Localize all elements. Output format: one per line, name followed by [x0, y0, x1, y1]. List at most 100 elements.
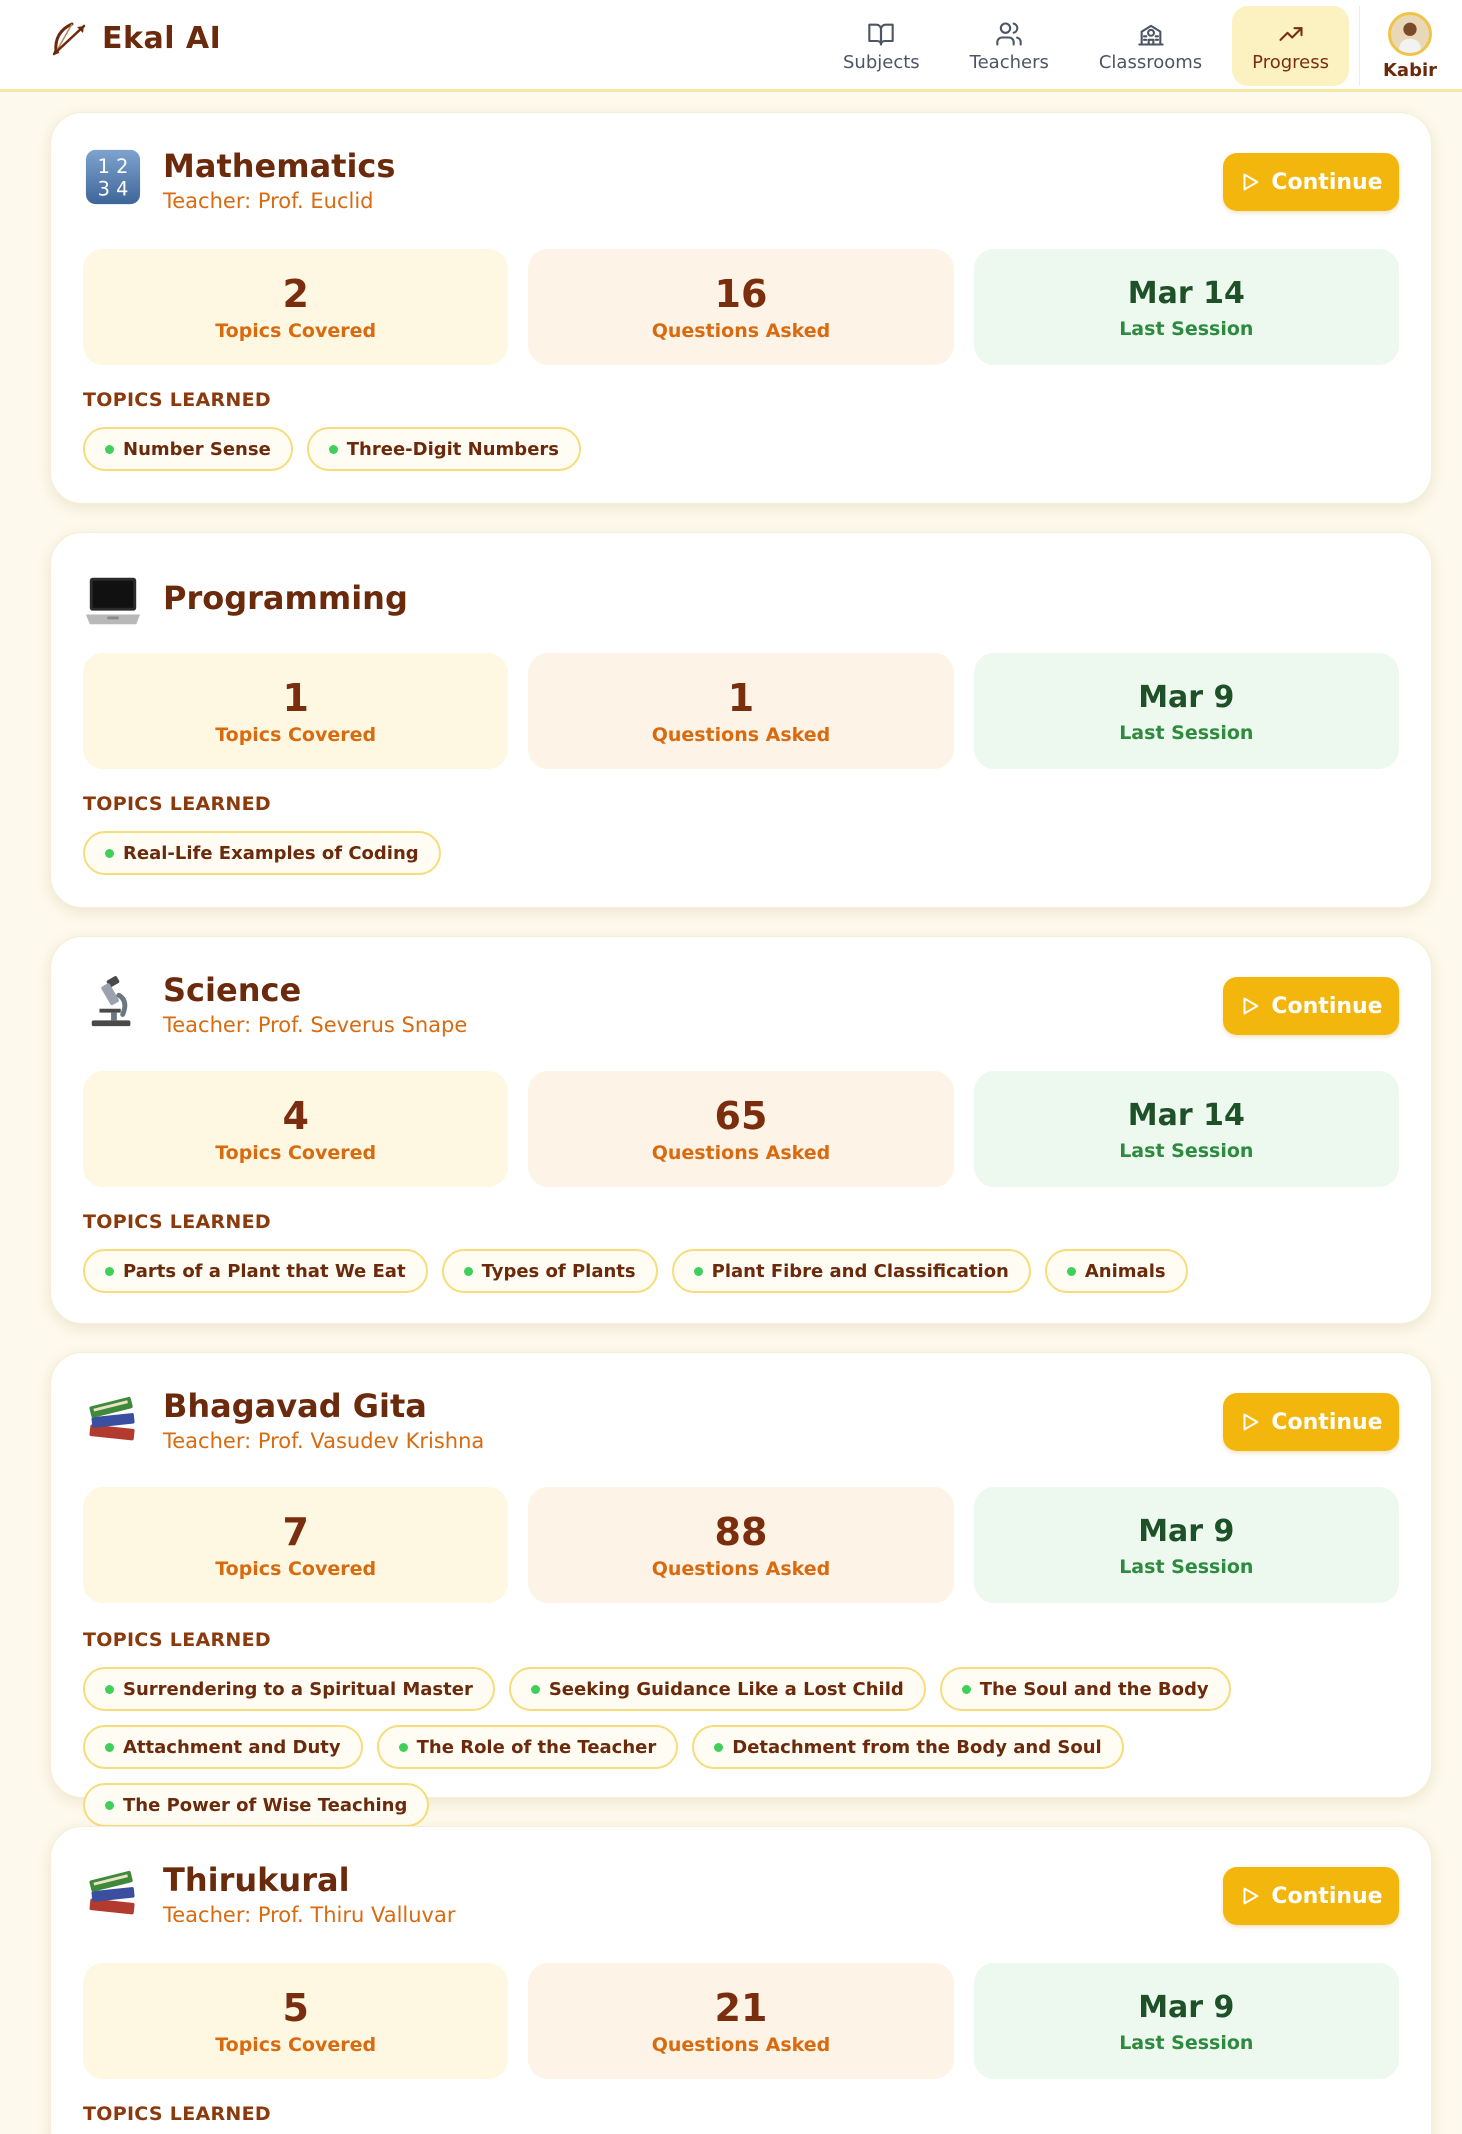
avatar — [1388, 11, 1432, 56]
stat-label: Questions Asked — [651, 1142, 831, 1164]
stat-label: Last Session — [1119, 722, 1254, 744]
status-dot — [714, 1742, 724, 1752]
stat-label: Topics Covered — [215, 1142, 377, 1164]
microscope-icon — [83, 971, 143, 1031]
topic-chip[interactable]: Animals — [1044, 1249, 1188, 1293]
play-icon — [1243, 997, 1259, 1015]
stat-label: Topics Covered — [215, 320, 377, 342]
stat-label: Questions Asked — [651, 724, 831, 746]
teacher-name: Teacher: Prof. Euclid — [163, 189, 374, 213]
topic-chip[interactable]: The Role of the Teacher — [376, 1725, 679, 1769]
subject-title: Mathematics — [163, 147, 396, 185]
topics-learned-heading: TOPICS LEARNED — [83, 1211, 271, 1233]
card-header: 1 2 3 4 Mathematics Teacher: Prof. Eucli… — [83, 145, 395, 213]
status-dot — [105, 1684, 114, 1694]
subject-card-science: Science Teacher: Prof. Severus Snape Con… — [50, 936, 1432, 1324]
stats-row: 4 Topics Covered 65 Questions Asked Mar … — [83, 1071, 1399, 1187]
stats-row: 5 Topics Covered 21 Questions Asked Mar … — [83, 1963, 1399, 2079]
nav-label: Teachers — [969, 51, 1049, 73]
topic-chip[interactable]: Surrendering to a Spiritual Master — [83, 1667, 495, 1711]
topic-chip[interactable]: Real-Life Examples of Coding — [83, 831, 441, 875]
nav-item-progress[interactable]: Progress — [1232, 6, 1349, 86]
topics-learned-heading: TOPICS LEARNED — [83, 389, 271, 411]
subject-card-thirukural: Thirukural Teacher: Prof. Thiru Valluvar… — [50, 1826, 1432, 2134]
stat-value: 7 — [282, 1510, 309, 1554]
continue-label: Continue — [1271, 1409, 1383, 1435]
top-navigation-bar: Ekal AI Subjects Teachers Classrooms Pro… — [0, 0, 1462, 92]
topic-label: Parts of a Plant that We Eat — [123, 1260, 406, 1282]
stat-topics-covered: 1 Topics Covered — [83, 653, 509, 769]
topic-label: Number Sense — [123, 438, 271, 460]
stat-label: Questions Asked — [651, 2034, 831, 2056]
topic-label: Surrendering to a Spiritual Master — [123, 1678, 473, 1700]
topics-learned-heading: TOPICS LEARNED — [83, 2103, 271, 2125]
stat-label: Last Session — [1119, 2032, 1254, 2054]
book-open-icon — [868, 23, 895, 46]
status-dot — [463, 1266, 473, 1276]
status-dot — [961, 1684, 971, 1694]
topic-chip[interactable]: Number Sense — [83, 427, 293, 471]
play-icon — [1243, 173, 1259, 191]
stat-label: Questions Asked — [651, 320, 831, 342]
trending-up-icon — [1279, 26, 1303, 41]
status-dot — [398, 1742, 408, 1752]
topic-chip[interactable]: Seeking Guidance Like a Lost Child — [508, 1667, 926, 1711]
stat-last-session: Mar 9 Last Session — [973, 1487, 1399, 1603]
status-dot — [105, 444, 114, 454]
continue-button[interactable]: Continue — [1223, 1867, 1399, 1925]
continue-button[interactable]: Continue — [1223, 977, 1399, 1035]
status-dot — [328, 444, 338, 454]
topic-chip[interactable]: Detachment from the Body and Soul — [692, 1725, 1124, 1769]
numbers-1234-icon: 1 2 3 4 — [83, 147, 143, 207]
books-icon — [83, 1387, 143, 1447]
stat-value: Mar 9 — [1138, 680, 1235, 715]
status-dot — [530, 1684, 540, 1694]
brand[interactable]: Ekal AI — [50, 18, 221, 58]
topic-label: The Power of Wise Teaching — [123, 1794, 408, 1816]
subject-title: Science — [163, 971, 302, 1009]
topic-label: Real-Life Examples of Coding — [123, 842, 419, 864]
stat-topics-covered: 7 Topics Covered — [83, 1487, 509, 1603]
stat-last-session: Mar 9 Last Session — [973, 653, 1399, 769]
svg-text:3 4: 3 4 — [98, 177, 129, 200]
topic-chip[interactable]: Parts of a Plant that We Eat — [83, 1249, 428, 1293]
stat-last-session: Mar 14 Last Session — [973, 1071, 1399, 1187]
stat-questions-asked: 65 Questions Asked — [528, 1071, 954, 1187]
nav-item-teachers[interactable]: Teachers — [950, 6, 1069, 86]
stat-label: Last Session — [1119, 1140, 1254, 1162]
main-nav: Subjects Teachers Classrooms Progress Ka… — [823, 0, 1446, 92]
stat-value: 1 — [282, 676, 309, 720]
teacher-name: Teacher: Prof. Vasudev Krishna — [163, 1429, 485, 1453]
topic-chip[interactable]: Types of Plants — [441, 1249, 658, 1293]
topic-label: Seeking Guidance Like a Lost Child — [548, 1678, 904, 1700]
topics-list: Parts of a Plant that We Eat Types of Pl… — [83, 1249, 1399, 1293]
topic-chip[interactable]: Attachment and Duty — [83, 1725, 363, 1769]
stat-last-session: Mar 14 Last Session — [973, 249, 1399, 365]
stat-topics-covered: 5 Topics Covered — [83, 1963, 509, 2079]
card-header: Science Teacher: Prof. Severus Snape — [83, 969, 467, 1037]
subject-title: Programming — [163, 579, 408, 617]
topic-chip[interactable]: Plant Fibre and Classification — [671, 1249, 1031, 1293]
topic-chip[interactable]: The Soul and the Body — [939, 1667, 1231, 1711]
stat-last-session: Mar 9 Last Session — [973, 1963, 1399, 2079]
topic-chip[interactable]: Three-Digit Numbers — [306, 427, 581, 471]
stat-value: 4 — [282, 1094, 309, 1138]
books-icon — [83, 1861, 143, 1921]
continue-button[interactable]: Continue — [1223, 153, 1399, 211]
stat-questions-asked: 88 Questions Asked — [528, 1487, 954, 1603]
continue-label: Continue — [1271, 993, 1383, 1019]
topic-label: The Soul and the Body — [979, 1678, 1209, 1700]
nav-item-subjects[interactable]: Subjects — [823, 6, 940, 86]
topic-label: The Role of the Teacher — [416, 1736, 657, 1758]
status-dot — [105, 1742, 114, 1752]
profile-menu[interactable]: Kabir — [1374, 11, 1446, 81]
topic-chip[interactable]: The Power of Wise Teaching — [83, 1783, 430, 1827]
stat-label: Topics Covered — [215, 1558, 377, 1580]
nav-item-classrooms[interactable]: Classrooms — [1079, 6, 1222, 86]
continue-button[interactable]: Continue — [1223, 1393, 1399, 1451]
stat-label: Topics Covered — [215, 724, 377, 746]
topic-label: Attachment and Duty — [123, 1736, 341, 1758]
person-avatar-icon — [1398, 22, 1422, 53]
nav-label: Subjects — [842, 51, 920, 73]
stat-value: 65 — [714, 1094, 768, 1138]
